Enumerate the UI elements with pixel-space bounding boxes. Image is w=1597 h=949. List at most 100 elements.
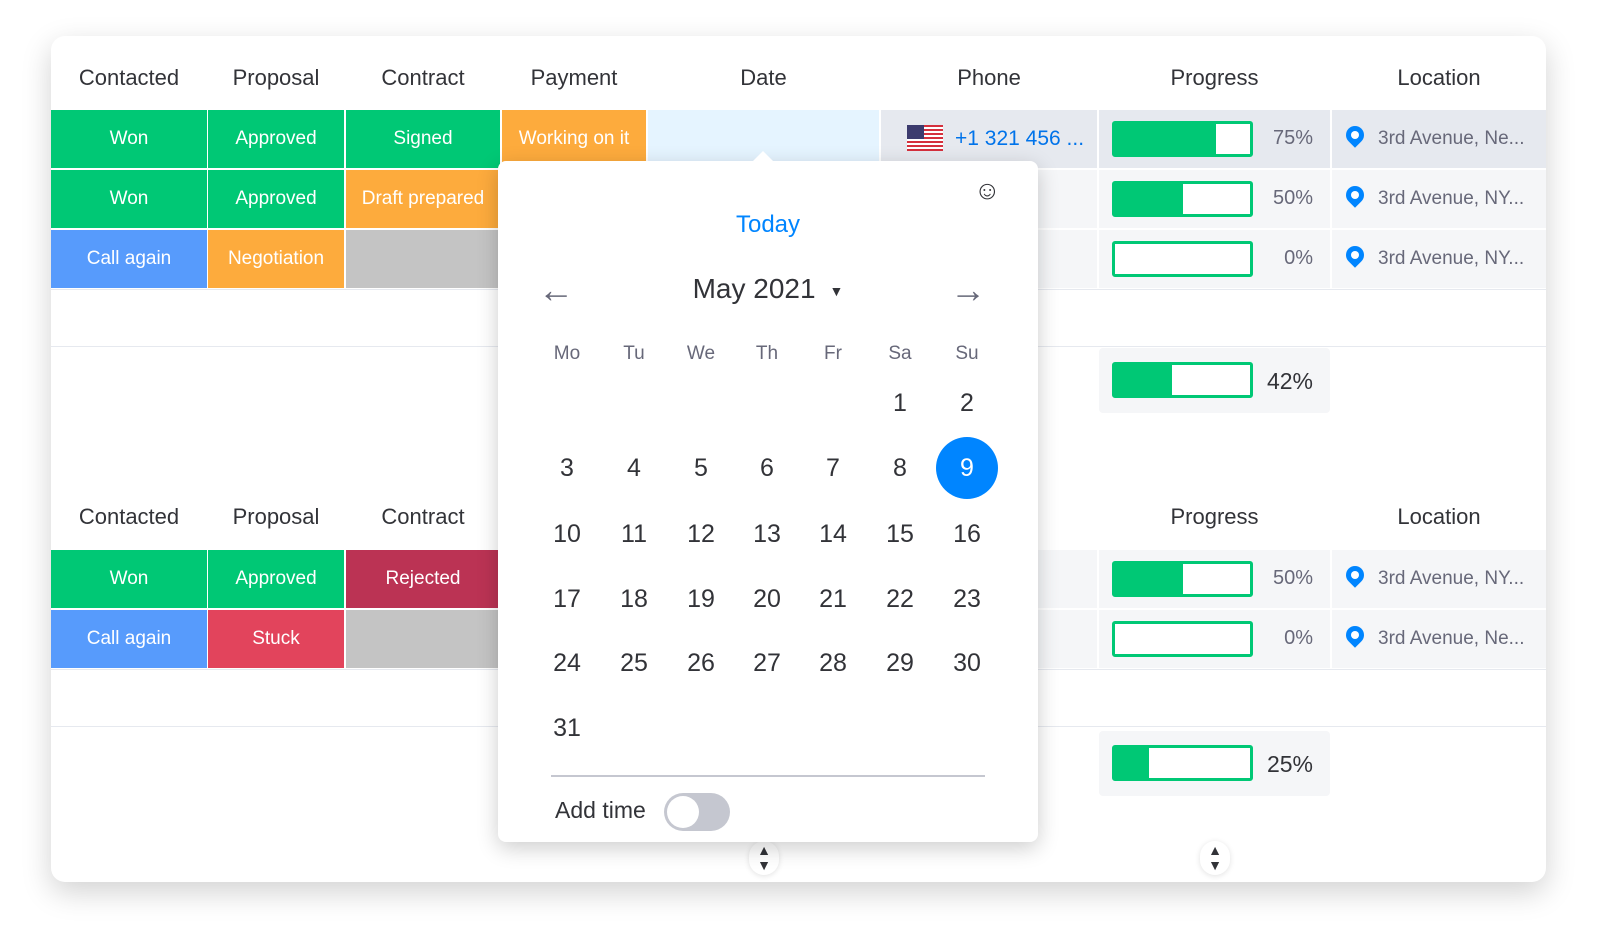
column-header-phone[interactable]: Phone — [881, 50, 1097, 106]
progress-bar — [1112, 621, 1253, 657]
calendar-day[interactable]: 16 — [936, 503, 998, 565]
status-cell-payment[interactable]: Working on it — [502, 110, 646, 168]
progress-bar — [1112, 241, 1253, 277]
calendar-day[interactable]: 11 — [603, 503, 665, 565]
location-cell[interactable]: 3rd Avenue, NY... — [1332, 230, 1546, 288]
calendar-day[interactable]: 9 — [936, 437, 998, 499]
progress-percent: 0% — [1284, 627, 1313, 649]
add-time-toggle[interactable] — [664, 793, 730, 831]
calendar-day[interactable]: 17 — [536, 568, 598, 630]
status-cell-contract[interactable]: Signed — [346, 110, 500, 168]
us-flag-icon — [907, 124, 943, 151]
weekday-th: Th — [755, 343, 779, 364]
weekday-tu: Tu — [623, 343, 645, 364]
status-cell-proposal[interactable]: Approved — [208, 170, 344, 228]
location-text: 3rd Avenue, NY... — [1378, 568, 1525, 589]
date-picker-popup: ☺ Today ← → May 2021 ▼ Mo Tu We Th Fr Sa Su 1 2 3 4 5 6 7 8 9… — [498, 151, 1038, 842]
column-header-contract[interactable]: Contract — [346, 489, 500, 545]
calendar-divider — [551, 775, 985, 777]
column-header-location[interactable]: Location — [1332, 50, 1546, 106]
status-cell-contacted[interactable]: Won — [51, 110, 207, 168]
column-header-proposal[interactable]: Proposal — [208, 50, 344, 106]
toggle-knob — [667, 796, 699, 828]
location-pin-icon — [1342, 622, 1368, 648]
status-cell-contract[interactable]: Draft prepared — [346, 170, 500, 228]
phone-cell[interactable]: +1 321 456 ... — [881, 110, 1097, 168]
status-cell-contacted[interactable]: Won — [51, 550, 207, 608]
location-cell[interactable]: 3rd Avenue, Ne... — [1332, 610, 1546, 668]
weekday-su: Su — [955, 343, 979, 364]
column-header-progress[interactable]: Progress — [1099, 489, 1330, 545]
calendar-day[interactable]: 24 — [536, 632, 598, 694]
location-cell[interactable]: 3rd Avenue, NY... — [1332, 170, 1546, 228]
calendar-day[interactable]: 12 — [670, 503, 732, 565]
chevron-down-icon: ▼ — [829, 282, 844, 299]
progress-percent: 50% — [1272, 567, 1313, 589]
column-header-location[interactable]: Location — [1332, 489, 1546, 545]
column-header-contacted[interactable]: Contacted — [51, 50, 207, 106]
calendar-day[interactable]: 25 — [603, 632, 665, 694]
summary-progress-percent: 25% — [1266, 751, 1313, 777]
status-cell-contacted[interactable]: Won — [51, 170, 207, 228]
status-cell-contract[interactable] — [346, 610, 500, 668]
location-cell[interactable]: 3rd Avenue, Ne... — [1332, 110, 1546, 168]
calendar-day[interactable]: 30 — [936, 632, 998, 694]
add-time-label: Add time — [555, 797, 646, 823]
progress-fill — [1115, 184, 1183, 214]
status-cell-proposal[interactable]: Stuck — [208, 610, 344, 668]
sort-arrows-icon: ▲ ▼ — [757, 842, 771, 873]
status-cell-contacted[interactable]: Call again — [51, 610, 207, 668]
calendar-day[interactable]: 15 — [869, 503, 931, 565]
today-button[interactable]: Today — [498, 211, 1038, 239]
calendar-day[interactable]: 8 — [869, 437, 931, 499]
status-cell-contract[interactable]: Rejected — [346, 550, 500, 608]
column-header-contacted[interactable]: Contacted — [51, 489, 207, 545]
calendar-day[interactable]: 7 — [802, 437, 864, 499]
column-header-proposal[interactable]: Proposal — [208, 489, 344, 545]
sort-arrows-icon: ▲ ▼ — [1208, 842, 1222, 873]
emoji-icon[interactable]: ☺ — [974, 177, 1001, 203]
calendar-day[interactable]: 5 — [670, 437, 732, 499]
status-cell-contacted[interactable]: Call again — [51, 230, 207, 288]
calendar-day[interactable]: 2 — [936, 372, 998, 434]
weekday-we: We — [686, 343, 716, 364]
progress-bar — [1112, 121, 1253, 157]
status-cell-contract[interactable] — [346, 230, 500, 288]
location-cell[interactable]: 3rd Avenue, NY... — [1332, 550, 1546, 608]
calendar-day[interactable]: 4 — [603, 437, 665, 499]
calendar-day[interactable]: 21 — [802, 568, 864, 630]
calendar-day[interactable]: 14 — [802, 503, 864, 565]
location-pin-icon — [1342, 562, 1368, 588]
column-header-date[interactable]: Date — [648, 50, 879, 106]
calendar-day[interactable]: 6 — [736, 437, 798, 499]
status-cell-proposal[interactable]: Negotiation — [208, 230, 344, 288]
progress-fill — [1115, 564, 1183, 594]
calendar-day[interactable]: 10 — [536, 503, 598, 565]
calendar-day[interactable]: 19 — [670, 568, 732, 630]
calendar-day[interactable]: 22 — [869, 568, 931, 630]
calendar-day[interactable]: 31 — [536, 697, 598, 759]
calendar-day[interactable]: 18 — [603, 568, 665, 630]
column-header-contract[interactable]: Contract — [346, 50, 500, 106]
calendar-day[interactable]: 3 — [536, 437, 598, 499]
month-selector[interactable]: May 2021 ▼ — [498, 273, 1038, 305]
calendar-day[interactable]: 27 — [736, 632, 798, 694]
calendar-day[interactable]: 26 — [670, 632, 732, 694]
phone-number[interactable]: +1 321 456 ... — [955, 127, 1084, 150]
location-pin-icon — [1342, 182, 1368, 208]
column-header-payment[interactable]: Payment — [502, 50, 646, 106]
weekday-sa: Sa — [888, 343, 912, 364]
status-cell-proposal[interactable]: Approved — [208, 110, 344, 168]
resize-handle[interactable]: ▲ ▼ — [749, 841, 779, 875]
calendar-day[interactable]: 20 — [736, 568, 798, 630]
calendar-day[interactable]: 28 — [802, 632, 864, 694]
progress-bar — [1112, 561, 1253, 597]
location-pin-icon — [1342, 242, 1368, 268]
calendar-day[interactable]: 13 — [736, 503, 798, 565]
calendar-day[interactable]: 29 — [869, 632, 931, 694]
calendar-day[interactable]: 23 — [936, 568, 998, 630]
resize-handle[interactable]: ▲ ▼ — [1200, 841, 1230, 875]
status-cell-proposal[interactable]: Approved — [208, 550, 344, 608]
calendar-day[interactable]: 1 — [869, 372, 931, 434]
column-header-progress[interactable]: Progress — [1099, 50, 1330, 106]
